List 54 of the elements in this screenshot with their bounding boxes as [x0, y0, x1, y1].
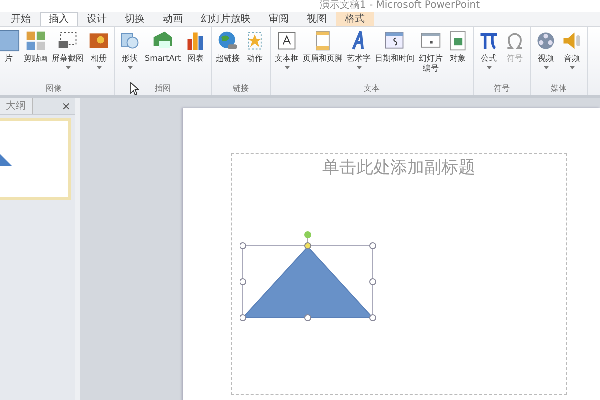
group-label: 插图: [155, 83, 172, 95]
dropdown-arrow-icon: [96, 66, 102, 70]
picture-icon: [0, 30, 20, 52]
ribbon-button[interactable]: SmartArt: [143, 27, 184, 83]
textbox-icon: [276, 30, 298, 52]
ribbon-button[interactable]: 文本框: [273, 27, 302, 83]
ribbon-button[interactable]: 剪贴画: [22, 27, 50, 83]
ribbon-tab[interactable]: 切换: [116, 12, 154, 26]
ribbon-button[interactable]: 视频: [533, 27, 560, 83]
date-icon: [384, 30, 406, 52]
ribbon-tab[interactable]: 格式: [336, 12, 374, 26]
ribbon-button[interactable]: 形状: [117, 27, 143, 83]
ribbon-button[interactable]: 日期和时间: [373, 27, 418, 83]
ribbon-tab[interactable]: 动画: [154, 12, 192, 26]
ribbon-button[interactable]: 动作: [242, 27, 268, 83]
ribbon-button[interactable]: 图表: [183, 27, 210, 83]
dropdown-arrow-icon: [544, 66, 549, 70]
group-label: 媒体: [551, 83, 568, 95]
ribbon-button[interactable]: 相册: [86, 27, 112, 83]
ribbon-button[interactable]: 艺术字: [345, 27, 374, 83]
placeholder-text: 单击此处添加副标题: [322, 157, 476, 180]
slide-thumbnail[interactable]: [0, 118, 71, 200]
clipart-icon: [25, 30, 47, 52]
ribbon-tab[interactable]: 审阅: [260, 12, 298, 26]
triangle-shape: [0, 154, 12, 166]
ribbon-button[interactable]: 屏幕截图: [50, 27, 86, 83]
dropdown-arrow-icon: [66, 66, 70, 70]
group-label: 符号: [494, 83, 510, 95]
ribbon-button[interactable]: 页眉和页脚: [301, 27, 346, 83]
dropdown-arrow-icon: [284, 66, 290, 70]
ribbon-tab[interactable]: 插入: [40, 12, 78, 26]
group-label: 链接: [233, 83, 250, 95]
globe-icon: [217, 30, 240, 52]
dropdown-arrow-icon: [128, 66, 132, 70]
ribbon-tab[interactable]: 设计: [78, 12, 116, 26]
ribbon-button[interactable]: 幻灯片 编号: [417, 27, 446, 83]
ribbon-tab[interactable]: 视图: [298, 12, 336, 26]
group-label: 文本: [364, 83, 380, 95]
dropdown-arrow-icon: [570, 66, 575, 70]
dropdown-arrow-icon: [486, 66, 492, 70]
ribbon-tab[interactable]: 幻灯片放映: [192, 12, 260, 26]
pi-icon: [478, 30, 500, 52]
ribbon-button[interactable]: 公式: [476, 27, 502, 83]
speaker-icon: [561, 30, 584, 52]
ribbon-button[interactable]: 音频: [559, 27, 586, 83]
ribbon-tab[interactable]: 开始: [2, 12, 40, 26]
group-label: 图像: [46, 83, 62, 95]
ribbon-button[interactable]: 片: [0, 27, 22, 83]
close-button[interactable]: ×: [58, 100, 75, 112]
ribbon-button[interactable]: 对象: [445, 27, 472, 83]
ribbon-button[interactable]: 超链接: [214, 27, 242, 83]
dropdown-arrow-icon: [356, 66, 362, 70]
shapes-icon: [119, 30, 141, 52]
mouse-pointer-icon: [130, 82, 139, 96]
